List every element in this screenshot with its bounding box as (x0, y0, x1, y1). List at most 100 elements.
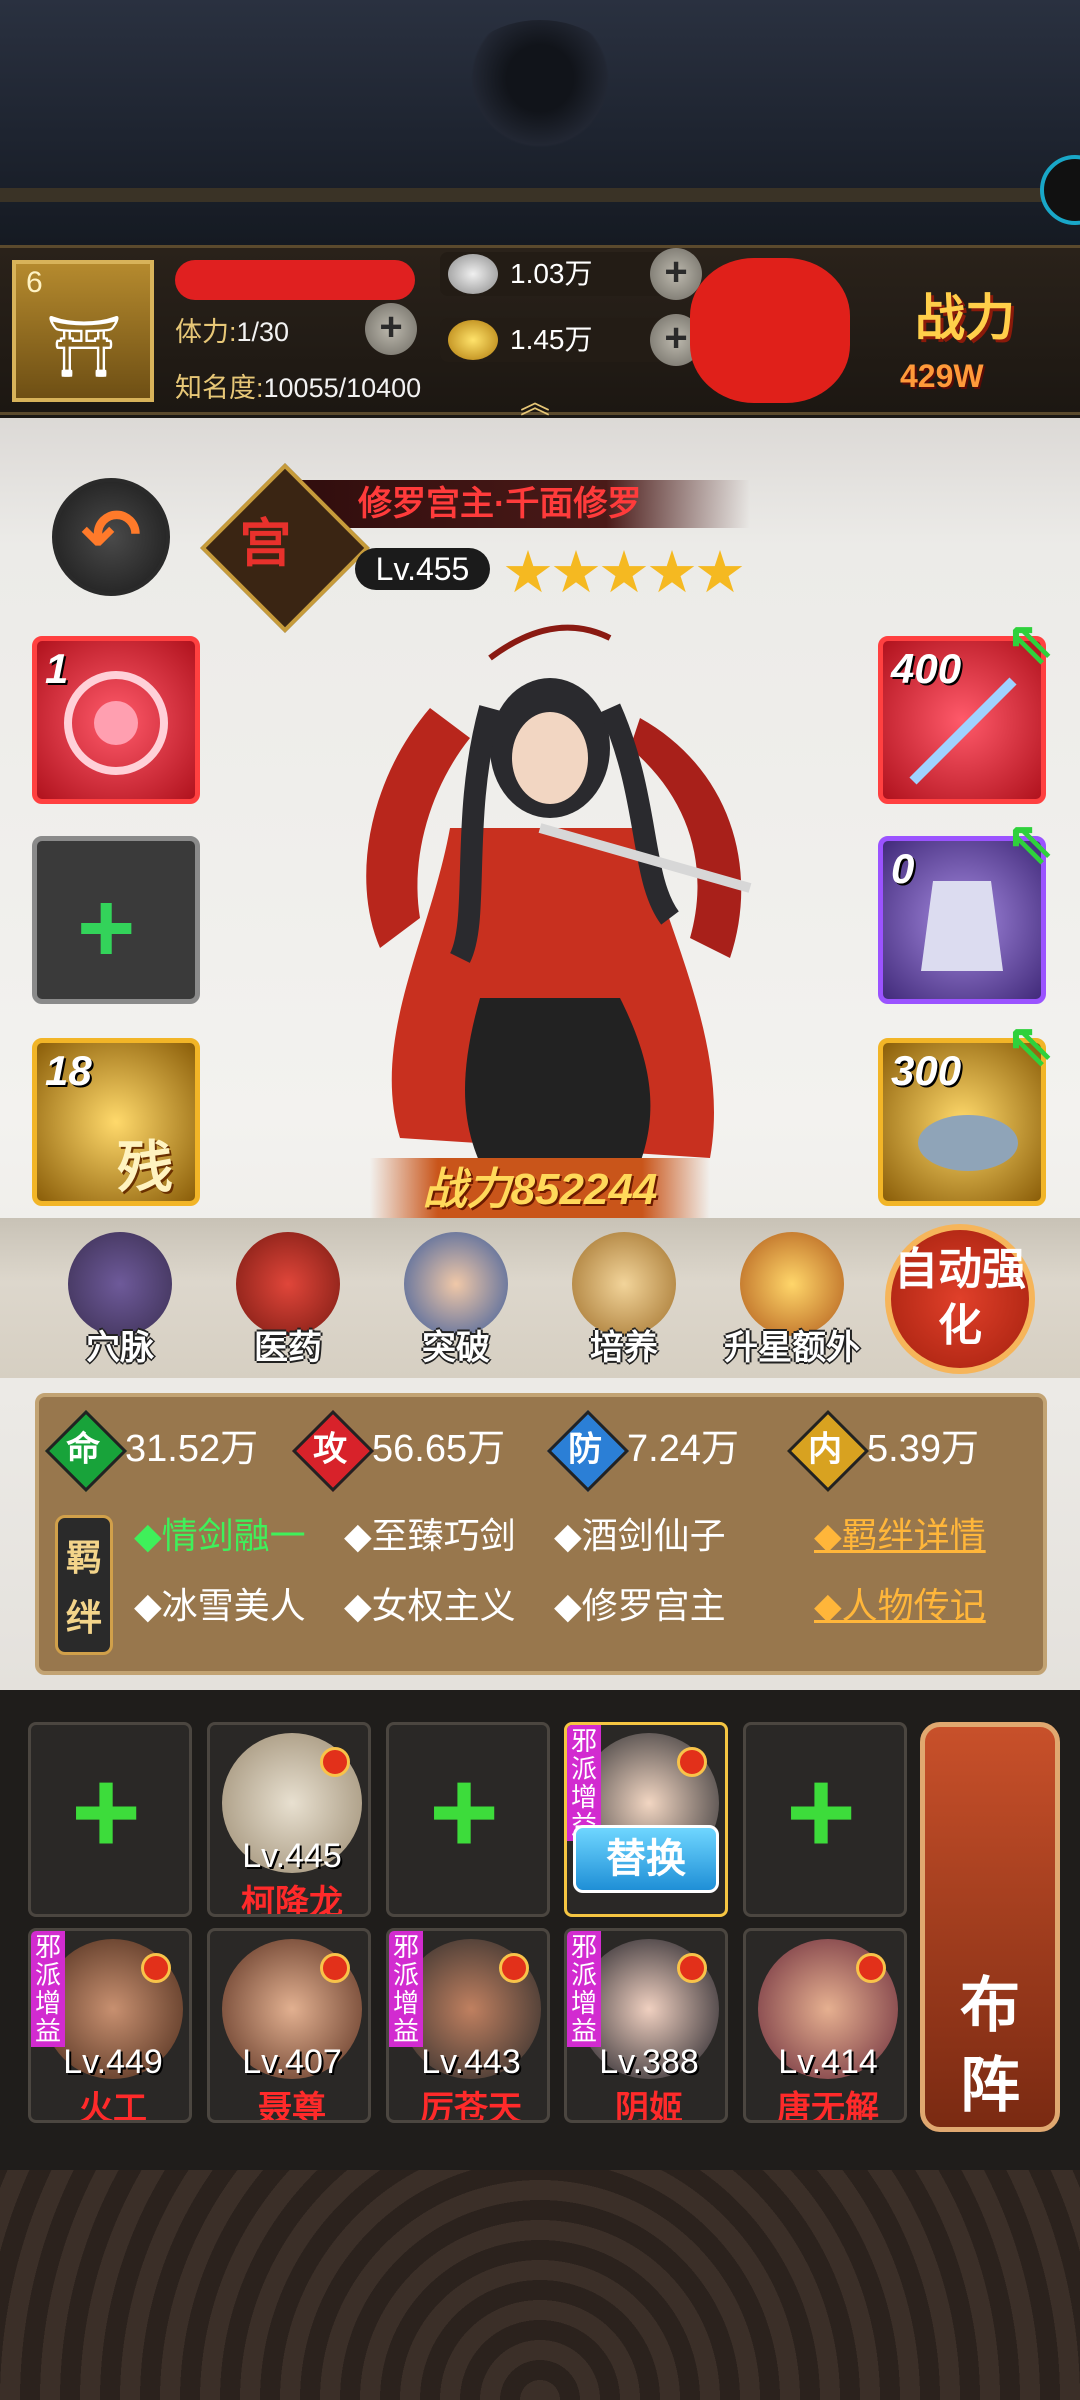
hero-level: Lv.414 (778, 2043, 878, 2081)
bond-details-link[interactable]: ◆羁绊详情 (814, 1507, 986, 1559)
team-slot-empty[interactable]: + (28, 1722, 192, 1917)
silver-ingot-icon (448, 254, 498, 294)
team-slot-hero[interactable]: Lv.414 唐无解 (743, 1928, 907, 2123)
team-slot-hero[interactable]: Lv.445 柯降龙 (207, 1722, 371, 1917)
hero-name: 厉苍天 (420, 2090, 522, 2123)
cultivate-label: 培养 (590, 1329, 658, 1367)
plus-icon: + (71, 1745, 142, 1879)
hero-class-char: 宫 (239, 515, 292, 574)
star-up-button[interactable]: 升星额外 (722, 1230, 862, 1370)
hero-stars: ★★★★★ (502, 540, 746, 605)
meridian-button[interactable]: 穴脉 (50, 1230, 190, 1370)
team-slot-hero[interactable]: 邪派增益 Lv.449 火工 (28, 1928, 192, 2123)
breakthrough-label: 突破 (422, 1329, 490, 1367)
roof-beam (0, 188, 1080, 202)
stamina: 体力:1/30 (175, 310, 289, 349)
total-power-value: 429W (900, 358, 984, 394)
fate-char: 残 (117, 1136, 173, 1199)
bond-item[interactable]: ◆酒剑仙子 (554, 1507, 726, 1559)
biography-link[interactable]: ◆人物传记 (814, 1577, 986, 1629)
red-dot-icon (499, 1953, 529, 1983)
plus-icon: + (77, 872, 136, 984)
bond-item[interactable]: ◆至臻巧剑 (344, 1507, 516, 1559)
hero-detail-panel: ↶ 修罗宫主·千面修罗 宫 Lv.455 ★★★★★ 1 + 18 残 400 (0, 418, 1080, 1690)
floor-pattern (0, 2170, 1080, 2400)
defense-icon: 防 (546, 1409, 630, 1492)
breakthrough-button[interactable]: 突破 (386, 1230, 526, 1370)
attr-defense-value: 7.24万 (627, 1428, 739, 1470)
evil-faction-tag: 邪派增益 (567, 1931, 601, 2047)
chevron-up-icon[interactable]: ︽ (520, 378, 550, 422)
cultivate-button[interactable]: 培养 (554, 1230, 694, 1370)
hero-portrait[interactable] (310, 618, 780, 1178)
armor-count: 0 (891, 845, 915, 892)
gold-ingot-icon (448, 320, 498, 360)
roof-header (0, 0, 1080, 245)
bond-item[interactable]: ◆女权主义 (344, 1577, 516, 1629)
stamina-value: 1/30 (236, 317, 290, 347)
auto-strengthen-button[interactable]: 自动强化 (885, 1224, 1035, 1374)
upgrade-arrow-icon: ⇖ (1005, 609, 1056, 676)
silver-value: 1.03万 (510, 258, 593, 289)
team-slot-selected[interactable]: 邪派增益 替换 (564, 1722, 728, 1917)
fate-slot-count: 18 (45, 1047, 92, 1094)
attr-inner-value: 5.39万 (867, 1428, 979, 1470)
red-dot-icon (320, 1953, 350, 1983)
pagoda-icon: ⛩ (45, 312, 123, 380)
bond-item[interactable]: ◆修罗宫主 (554, 1577, 726, 1629)
fame: 知名度:10055/10400 (175, 366, 421, 405)
fame-value: 10055/10400 (263, 373, 422, 403)
inner-icon: 内 (786, 1409, 870, 1492)
formation-label-1: 布 (960, 1972, 1020, 2039)
formation-button[interactable]: 布 阵 (920, 1722, 1060, 2132)
evil-faction-tag: 邪派增益 (389, 1931, 423, 2047)
red-dot-icon (677, 1953, 707, 1983)
red-dot-icon (677, 1747, 707, 1777)
back-button[interactable]: ↶ (52, 478, 170, 596)
player-level: 6 (26, 266, 43, 299)
team-slot-empty[interactable]: + (743, 1722, 907, 1917)
hero-name: 火工 (79, 2090, 147, 2123)
formation-label-2: 阵 (960, 2052, 1020, 2119)
team-slot-empty[interactable]: + (386, 1722, 550, 1917)
mount-count: 300 (891, 1047, 962, 1094)
player-name-redacted (175, 260, 415, 300)
skill-slot[interactable]: 1 (32, 636, 200, 804)
upgrade-arrow-icon: ⇖ (1005, 809, 1056, 876)
skill-slot-count: 1 (45, 645, 69, 692)
roof-ornament (455, 20, 625, 150)
team-slot-hero[interactable]: 邪派增益 Lv.388 阴姬 (564, 1928, 728, 2123)
attr-defense: 防 7.24万 (546, 1409, 739, 1492)
attributes-panel: 命 31.52万 攻 56.65万 防 7.24万 内 5.39万 羁绊 ◆情剑融一 ◆… (35, 1393, 1047, 1675)
hero-name: 柯降龙 (241, 1884, 343, 1917)
red-dot-icon (856, 1953, 886, 1983)
plus-icon: + (429, 1745, 500, 1879)
add-stamina-button[interactable]: + (365, 303, 417, 355)
bond-item[interactable]: ◆情剑融一 (134, 1507, 306, 1559)
hero-level: Lv.388 (599, 2043, 699, 2081)
team-slot-hero[interactable]: Lv.407 聂尊 (207, 1928, 371, 2123)
evil-faction-tag: 邪派增益 (567, 1725, 601, 1841)
fate-slot[interactable]: 18 残 (32, 1038, 200, 1206)
attr-attack-value: 56.65万 (372, 1428, 506, 1470)
player-level-badge[interactable]: 6 ⛩ (12, 260, 154, 402)
hero-name: 阴姬 (615, 2090, 683, 2123)
bond-item[interactable]: ◆冰雪美人 (134, 1577, 306, 1629)
hero-level: Lv.449 (63, 2043, 163, 2081)
attr-attack: 攻 56.65万 (291, 1409, 506, 1492)
attack-icon: 攻 (291, 1409, 375, 1492)
swap-button[interactable]: 替换 (573, 1825, 719, 1893)
empty-slot[interactable]: + (32, 836, 200, 1004)
hero-level: Lv.445 (242, 1837, 342, 1875)
hero-level: Lv.455 (355, 548, 490, 590)
attr-inner: 内 5.39万 (786, 1409, 979, 1492)
side-menu-button[interactable] (1040, 155, 1080, 225)
medicine-button[interactable]: 医药 (218, 1230, 358, 1370)
team-slot-hero[interactable]: 邪派增益 Lv.443 厉苍天 (386, 1928, 550, 2123)
player-avatar-redacted[interactable] (690, 258, 850, 403)
medicine-label: 医药 (254, 1329, 322, 1367)
life-icon: 命 (44, 1409, 128, 1492)
hero-level: Lv.443 (421, 2043, 521, 2081)
hero-level: Lv.407 (242, 2043, 342, 2081)
player-status-bar: 6 ⛩ 体力:1/30 + 知名度:10055/10400 1.03万 + 1.… (0, 245, 1080, 420)
